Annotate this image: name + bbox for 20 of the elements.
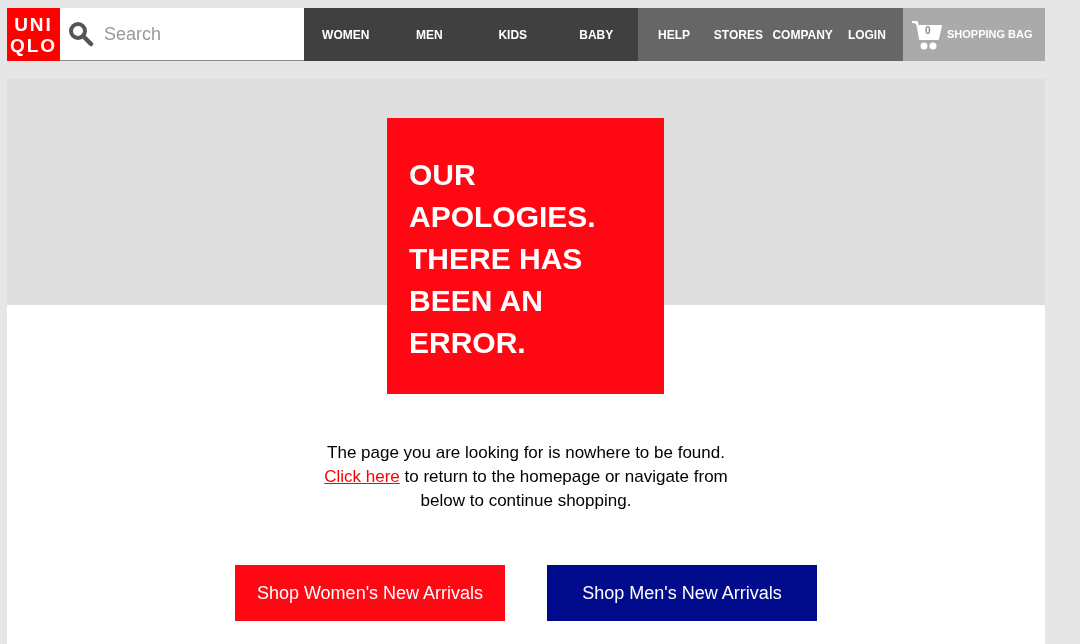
error-message: The page you are looking for is nowhere to be found. Click here to return to the homepage or navigate from below to continue shopping. — [323, 442, 729, 512]
homepage-link[interactable]: Click here — [324, 467, 400, 486]
search-input[interactable]: Search — [104, 20, 294, 48]
shopping-bag-link[interactable]: 0 SHOPPING BAG — [903, 8, 1045, 61]
nav-link[interactable]: KIDS — [471, 8, 555, 61]
nav-link[interactable]: BABY — [554, 8, 638, 61]
shop-button[interactable]: Shop Women's New Arrivals — [235, 565, 505, 621]
search-icon — [68, 21, 94, 47]
error-banner: OUR APOLOGIES. THERE HAS BEEN AN ERROR. — [387, 118, 664, 394]
cart-count: 0 — [925, 24, 931, 37]
nav-link[interactable]: LOGIN — [834, 8, 899, 61]
nav-link[interactable]: MEN — [387, 8, 471, 61]
shop-button[interactable]: Shop Men's New Arrivals — [547, 565, 817, 621]
cart-icon — [911, 18, 943, 51]
nav-link[interactable]: STORES — [706, 8, 771, 61]
nav-link[interactable]: HELP — [642, 8, 707, 61]
logo[interactable]: UNI QLO — [7, 8, 60, 61]
search-field[interactable]: Search — [60, 8, 304, 61]
nav-link[interactable]: WOMEN — [304, 8, 388, 61]
nav-link[interactable]: COMPANY — [770, 8, 835, 61]
